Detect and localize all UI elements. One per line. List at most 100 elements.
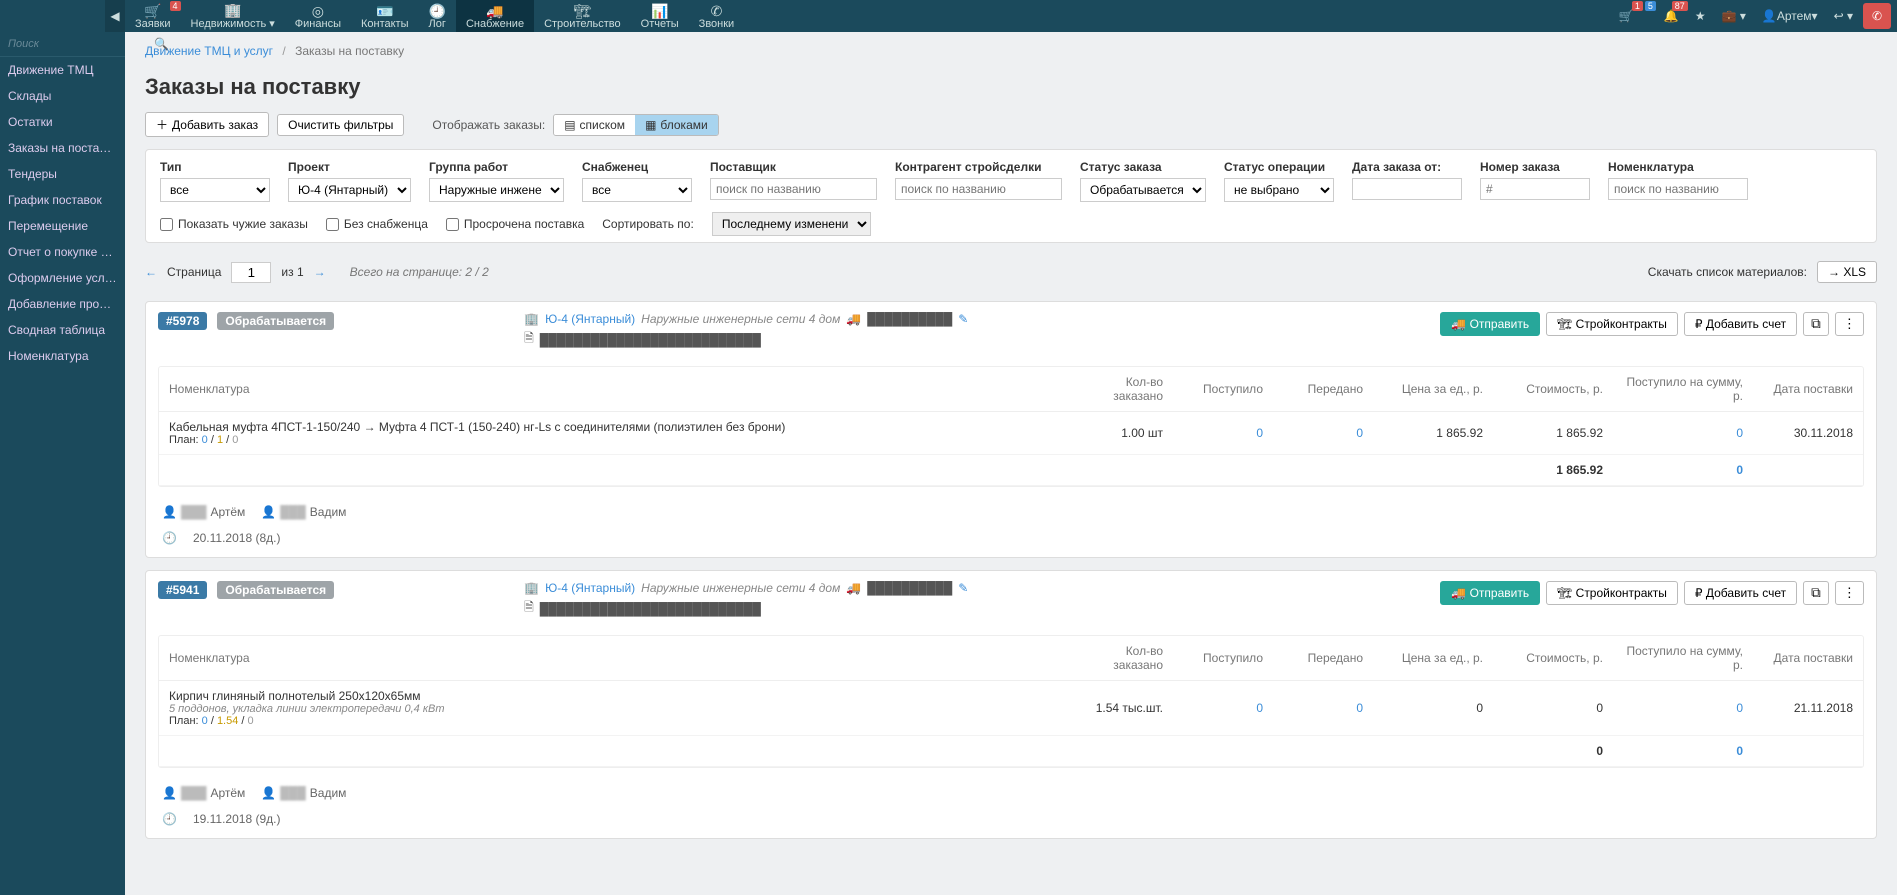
order-id-badge[interactable]: #5941 [158,581,207,599]
col-nomen: Номенклатура [159,367,1083,412]
row-sumin[interactable]: 0 [1613,681,1753,736]
id-icon: 🪪 [376,3,393,18]
topnav-tab-2[interactable]: ◎Финансы [285,0,351,32]
cart-badge-1: 1 [1632,1,1643,11]
cart-icon: 🛒 [144,3,161,18]
call-button[interactable]: ✆ [1863,3,1891,29]
star-button[interactable]: ★ [1687,0,1714,32]
filter-opstatus[interactable]: не выбрано [1224,178,1334,202]
add-bill-button[interactable]: ₽ Добавить счет [1684,581,1797,605]
edit-icon[interactable]: ✎ [958,581,968,595]
cart-button[interactable]: 🛒 1 5 [1611,0,1642,32]
filter-opstatus-label: Статус операции [1224,160,1334,174]
filter-vendor[interactable] [710,178,877,200]
person-2: 👤 ███ Вадим [261,505,346,519]
document-icon: 🗎 [524,598,534,619]
filter-project[interactable]: Ю-4 (Янтарный) [288,178,411,202]
sidebar-item-11[interactable]: Номенклатура [0,343,125,369]
order-id-badge[interactable]: #5978 [158,312,207,330]
topnav-tab-6[interactable]: 🏗Строительство [534,0,631,32]
edit-icon[interactable]: ✎ [958,312,968,326]
construction-contracts-button[interactable]: 🏗 Стройконтракты [1546,312,1678,336]
topnav-tab-1[interactable]: 🏢Недвижимость ▾ [181,0,285,32]
building-icon: 🏢 [524,581,539,595]
chk-showothers[interactable]: Показать чужие заказы [160,217,308,231]
row-in[interactable]: 0 [1173,412,1273,455]
sidebar-item-0[interactable]: Движение ТМЦ [0,57,125,83]
clear-filters-button[interactable]: Очистить фильтры [277,114,404,136]
order-timestamp: 20.11.2018 (8д.) [193,531,281,545]
col-in: Поступило [1173,636,1273,681]
row-in[interactable]: 0 [1173,681,1273,736]
more-button[interactable]: ⋮ [1835,312,1864,336]
clock-icon: 🕘 [429,3,446,18]
sort-select[interactable]: Последнему изменени [712,212,871,236]
sidebar-item-6[interactable]: Перемещение [0,213,125,239]
logout-button[interactable]: ↩ ▾ [1826,0,1861,32]
add-bill-button[interactable]: ₽ Добавить счет [1684,312,1797,336]
filter-workgroup[interactable]: Наружные инжене [429,178,564,202]
table-totals: 00 [159,736,1863,767]
filter-orderno[interactable] [1480,178,1590,200]
add-order-button[interactable]: ＋ Добавить заказ [145,112,269,137]
col-sumin: Поступило на сумму, р. [1613,367,1753,412]
order-project-link[interactable]: Ю-4 (Янтарный) [545,312,635,326]
col-date: Дата поставки [1753,636,1863,681]
chk-nosupplier[interactable]: Без снабженца [326,217,428,231]
filter-nomen[interactable] [1608,178,1748,200]
sidebar-item-2[interactable]: Остатки [0,109,125,135]
page-prev[interactable]: ← [145,265,157,279]
filter-type[interactable]: все [160,178,270,202]
topnav-tab-5[interactable]: 🚚Снабжение [456,0,534,32]
sidebar-item-9[interactable]: Добавление пров… [0,291,125,317]
bell-button[interactable]: 🔔 87 [1656,0,1687,32]
construction-contracts-button[interactable]: 🏗 Стройконтракты [1546,581,1678,605]
crane-icon: 🏗 [573,3,591,18]
sidebar-item-10[interactable]: Сводная таблица [0,317,125,343]
filter-nomen-label: Номенклатура [1608,160,1748,174]
sidebar-item-7[interactable]: Отчет о покупке Т… [0,239,125,265]
row-trans[interactable]: 0 [1273,412,1373,455]
send-button[interactable]: 🚚 Отправить [1440,581,1540,605]
topnav-tab-4[interactable]: 🕘Лог [419,0,456,32]
more-button[interactable]: ⋮ [1835,581,1864,605]
row-sumin[interactable]: 0 [1613,412,1753,455]
topnav-tab-0[interactable]: 🛒Заявки4 [125,0,181,32]
copy-button[interactable]: ⧉ [1803,581,1829,605]
page-input[interactable] [231,262,271,283]
filter-vendor-label: Поставщик [710,160,877,174]
topnav-tab-3[interactable]: 🪪Контакты [351,0,419,32]
sidebar-item-3[interactable]: Заказы на поставку [0,135,125,161]
truck-icon: 🚚 [486,3,503,18]
breadcrumb: Движение ТМЦ и услуг / Заказы на поставк… [125,32,1897,58]
view-list[interactable]: ▤ списком [554,115,635,135]
send-button[interactable]: 🚚 Отправить [1440,312,1540,336]
page-of: из 1 [281,265,303,279]
sidebar-item-4[interactable]: Тендеры [0,161,125,187]
sidebar-item-1[interactable]: Склады [0,83,125,109]
order-project-link[interactable]: Ю-4 (Янтарный) [545,581,635,595]
filter-supplier[interactable]: все [582,178,692,202]
sidebar-item-5[interactable]: График поставок [0,187,125,213]
download-xls[interactable]: → XLS [1817,261,1877,283]
user-menu[interactable]: 👤 Артем ▾ [1754,0,1826,32]
topnav-tab-7[interactable]: 📊Отчеты [631,0,689,32]
filter-orderno-label: Номер заказа [1480,160,1590,174]
row-trans[interactable]: 0 [1273,681,1373,736]
order-card: #5941Обрабатывается🏢 Ю-4 (Янтарный) Нару… [145,570,1877,839]
sort-label: Сортировать по: [602,217,694,231]
copy-button[interactable]: ⧉ [1803,312,1829,336]
view-blocks[interactable]: ▦ блоками [635,115,718,135]
order-status-badge: Обрабатывается [217,581,334,599]
filter-deal[interactable] [895,178,1062,200]
chk-overdue[interactable]: Просрочена поставка [446,217,584,231]
order-status-badge: Обрабатывается [217,312,334,330]
topnav-tab-8[interactable]: ✆Звонки [689,0,745,32]
breadcrumb-link[interactable]: Движение ТМЦ и услуг [145,44,273,58]
page-next[interactable]: → [314,265,326,279]
sidebar-item-8[interactable]: Оформление усл… [0,265,125,291]
filter-orderstatus[interactable]: Обрабатывается [1080,178,1206,202]
filter-datefrom[interactable] [1352,178,1462,200]
toolbox-button[interactable]: 💼 ▾ [1714,0,1754,32]
sidebar-collapse[interactable]: ◀ [105,0,125,32]
